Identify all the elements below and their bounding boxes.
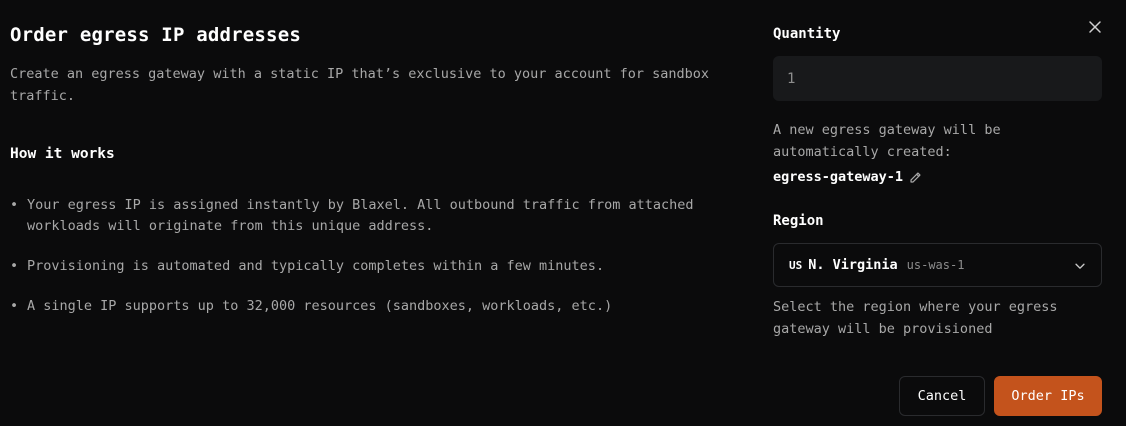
how-it-works-heading: How it works	[10, 146, 115, 162]
region-hint: Select the region where your egress gate…	[773, 299, 1058, 337]
gateway-name: egress-gateway-1	[773, 169, 904, 185]
region-label: Region	[773, 213, 824, 229]
region-select[interactable]: US N. Virginia us-was-1	[773, 243, 1102, 287]
region-name: N. Virginia	[808, 257, 898, 273]
gateway-hint: A new egress gateway will be automatical…	[773, 122, 1001, 160]
dialog-description: Create an egress gateway with a static I…	[10, 66, 709, 104]
gateway-name-row: egress-gateway-1	[773, 169, 922, 185]
order-ips-button[interactable]: Order IPs	[994, 376, 1102, 416]
quantity-input[interactable]	[773, 56, 1102, 101]
chevron-down-icon	[1073, 258, 1087, 272]
order-form: Quantity A new egress gateway will be au…	[773, 0, 1102, 426]
cancel-button[interactable]: Cancel	[899, 376, 985, 416]
list-item: A single IP supports up to 32,000 resour…	[10, 296, 740, 317]
list-item: Provisioning is automated and typically …	[10, 256, 740, 277]
list-item: Your egress IP is assigned instantly by …	[10, 195, 740, 237]
close-icon[interactable]	[1087, 19, 1103, 35]
how-it-works-list: Your egress IP is assigned instantly by …	[10, 195, 740, 336]
pencil-icon[interactable]	[909, 171, 922, 184]
region-code: us-was-1	[906, 258, 965, 272]
region-flag: US	[789, 258, 803, 272]
quantity-label: Quantity	[773, 26, 841, 42]
dialog-title: Order egress IP addresses	[10, 24, 301, 46]
